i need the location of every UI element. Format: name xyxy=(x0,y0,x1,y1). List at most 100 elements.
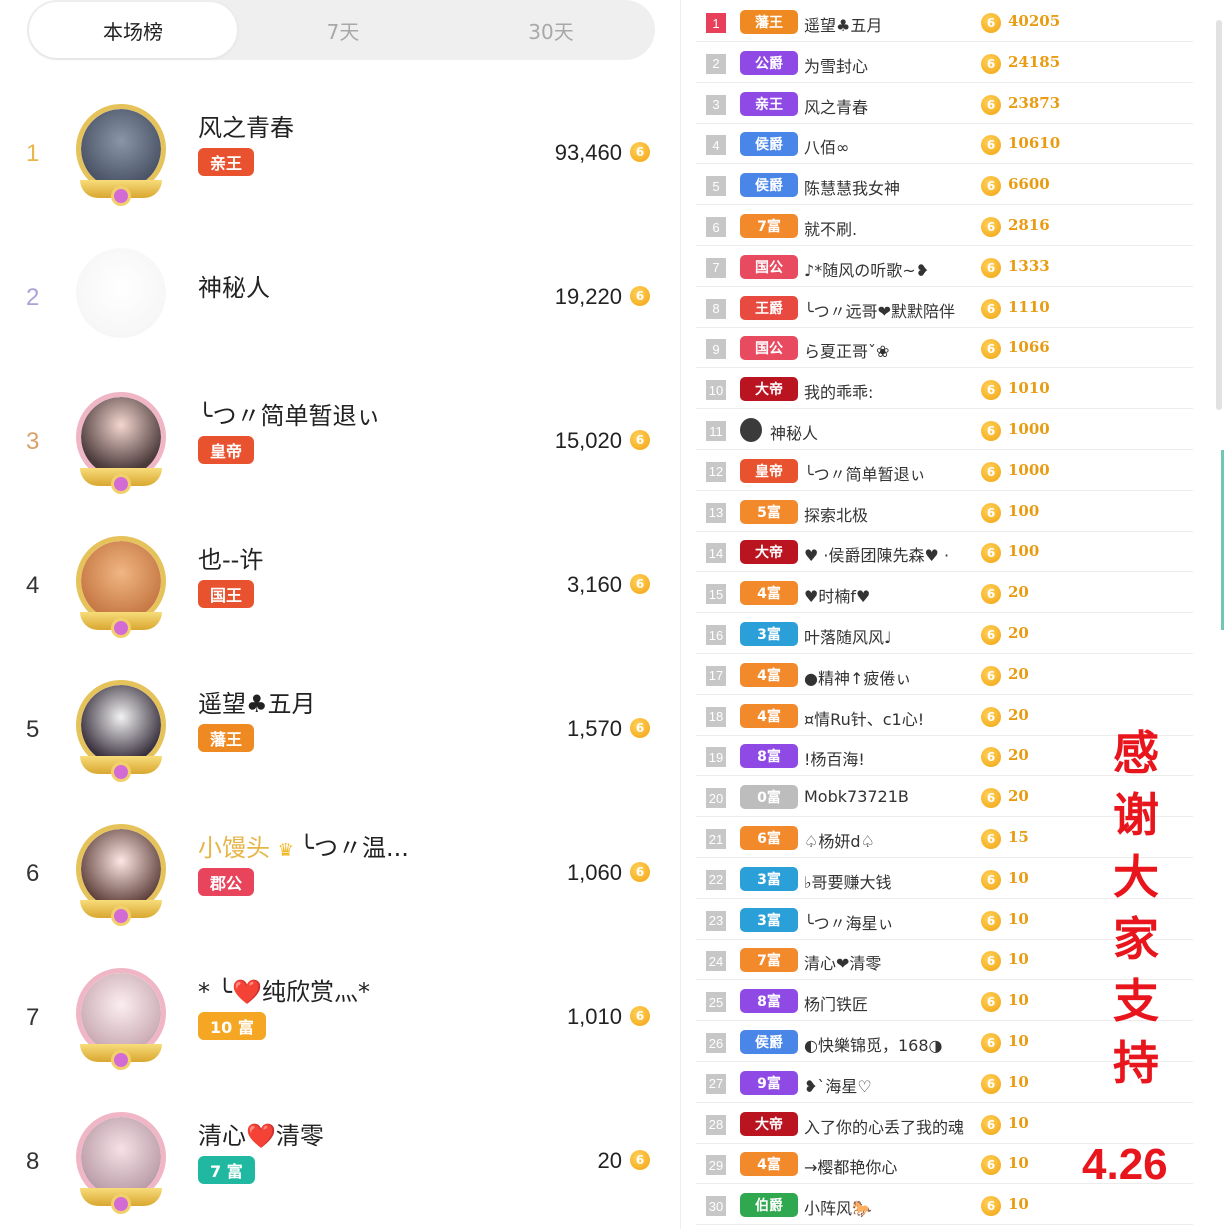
avatar[interactable] xyxy=(74,1106,168,1218)
score-value: 1,060 xyxy=(566,860,622,885)
score-value: 15,020 xyxy=(554,428,622,453)
score-value: 1110 xyxy=(1008,297,1050,316)
leaderboard-row[interactable]: 8 清心❤️清零 7 富 20 6 xyxy=(0,1092,680,1229)
contribution-row[interactable]: 5 侯爵 陈慧慧我女神 6 6600 xyxy=(696,165,1193,206)
leaderboard-row[interactable]: 3 ╰つ〃简单暂退ぃ 皇帝 15,020 6 xyxy=(0,372,680,516)
contribution-row[interactable]: 16 3富 叶落随风风♩ 6 20 xyxy=(696,614,1193,654)
coin-icon: 6 xyxy=(981,706,1001,727)
heart-gem-icon xyxy=(111,906,131,926)
rank-number: 6 xyxy=(706,217,726,237)
level-badge: 0富 xyxy=(740,785,798,810)
level-badge: 伯爵 xyxy=(740,1193,798,1218)
contribution-row[interactable]: 13 5富 探索北极 6 100 xyxy=(696,492,1193,532)
contribution-row[interactable]: 9 国公 ら夏正哥ˇ❀ 6 1066 xyxy=(696,328,1193,369)
score-value: 24185 xyxy=(1008,52,1061,71)
rank-badge: 亲王 xyxy=(198,148,255,176)
user-name: 为雪封心 xyxy=(804,56,869,76)
avatar[interactable] xyxy=(74,530,168,642)
contribution-row[interactable]: 6 7富 就不刷. 6 2816 xyxy=(696,206,1193,246)
user-name: →樱都艳你心 xyxy=(804,1158,898,1178)
tab-30-days[interactable]: 30天 xyxy=(447,0,655,60)
rank-number: 5 xyxy=(706,176,726,197)
contribution-row[interactable]: 7 国公 ♪*随风の听歌~❥ 6 1333 xyxy=(696,247,1193,287)
leaderboard-row[interactable]: 4 也--许 国王 3,160 6 xyxy=(0,516,680,660)
rank-number: 15 xyxy=(706,584,726,605)
live-ranking-panel: 本场榜 7天 30天 1 风之青春 亲王 93,460 6 2 神秘人 19,220 6 3 ╰つ〃… xyxy=(0,0,680,1229)
coin-icon: 6 xyxy=(981,951,1001,972)
score-value: 10 xyxy=(1008,868,1029,887)
contribution-row[interactable]: 11 神秘人 6 1000 xyxy=(696,410,1193,450)
avatar[interactable] xyxy=(74,242,168,354)
contribution-row[interactable]: 2 公爵 为雪封心 6 24185 xyxy=(696,43,1193,83)
rank-number: 7 xyxy=(706,257,726,278)
contribution-row[interactable]: 17 4富 ●精神↑疲倦ぃ 6 20 xyxy=(696,655,1193,695)
avatar-image xyxy=(81,1117,161,1197)
user-name: 八佰∞ xyxy=(804,138,850,158)
level-badge: 侯爵 xyxy=(740,1030,798,1054)
contribution-row[interactable]: 30 伯爵 小阵风🐎 6 10 xyxy=(696,1185,1193,1226)
rank-number: 12 xyxy=(706,461,726,482)
contribution-row[interactable]: 14 大帝 ♥ ·侯爵团陳先森♥ · 6 100 xyxy=(696,532,1193,573)
score-value: 10 xyxy=(1008,1032,1029,1050)
avatar[interactable] xyxy=(74,818,168,930)
coin-icon: 6 xyxy=(981,298,1001,319)
level-badge: 7富 xyxy=(740,948,798,973)
tab-7-days[interactable]: 7天 xyxy=(239,0,447,60)
leaderboard-row[interactable]: 1 风之青春 亲王 93,460 6 xyxy=(0,84,680,228)
rank-number: 13 xyxy=(706,502,726,523)
tab-this-session[interactable]: 本场榜 xyxy=(29,2,237,58)
avatar[interactable] xyxy=(74,98,168,210)
level-badge: 9富 xyxy=(740,1070,798,1095)
user-name: ♥时楠f♥ xyxy=(804,587,871,607)
contribution-row[interactable]: 1 藩王 遥望♣五月 6 40205 xyxy=(696,2,1193,42)
coin-icon: 6 xyxy=(981,665,1001,686)
avatar[interactable] xyxy=(74,386,168,498)
contribution-row[interactable]: 15 4富 ♥时楠f♥ 6 20 xyxy=(696,573,1193,614)
score-value: 10 xyxy=(1008,1195,1029,1214)
avatar[interactable] xyxy=(74,962,168,1074)
user-name: 遥望♣五月 xyxy=(804,16,883,35)
coin-icon: 6 xyxy=(981,94,1001,115)
leaderboard-row[interactable]: 2 神秘人 19,220 6 xyxy=(0,228,680,372)
score-value: 20 xyxy=(1008,664,1029,683)
scrollbar[interactable] xyxy=(1216,20,1222,410)
coin-icon: 6 xyxy=(981,13,1001,33)
user-name: ❥`海星♡ xyxy=(804,1076,872,1096)
leaderboard-row[interactable]: 6 小馒头 ♛ ╰つ〃温... 郡公 1,060 6 xyxy=(0,804,680,948)
contribution-row[interactable]: 4 侯爵 八佰∞ 6 10610 xyxy=(696,124,1193,165)
date-overlay: 4.26 xyxy=(1082,1140,1168,1189)
level-badge: 藩王 xyxy=(740,10,798,34)
level-badge: 侯爵 xyxy=(740,132,798,157)
rank-badge: 7 富 xyxy=(198,1156,255,1184)
thanks-char: 持 xyxy=(1113,1036,1159,1090)
rank-number: 30 xyxy=(706,1196,726,1217)
rank-number: 2 xyxy=(706,53,726,74)
coin-icon: 6 xyxy=(981,747,1001,768)
contribution-row[interactable]: 28 大帝 入了你的心丢了我的魂 6 10 xyxy=(696,1104,1193,1144)
score-value: 10 xyxy=(1008,1154,1029,1173)
user-name: ♤杨妍d♤ xyxy=(804,832,875,851)
leaderboard-row[interactable]: 5 遥望♣五月 藩王 1,570 6 xyxy=(0,660,680,804)
avatar-image xyxy=(76,248,166,338)
leaderboard-screen: { "tabs": ["本场榜", "7天", "30天"], "leaderb… xyxy=(0,0,1224,1229)
level-badge: 亲王 xyxy=(740,91,798,116)
contribution-row[interactable]: 8 王爵 ╰つ〃远哥❤默默陪伴 6 1110 xyxy=(696,288,1193,328)
coin-icon: 6 xyxy=(630,862,650,882)
contribution-row[interactable]: 3 亲王 风之青春 6 23873 xyxy=(696,84,1193,124)
user-name: ♥ ·侯爵团陳先森♥ · xyxy=(804,546,950,566)
coin-icon: 6 xyxy=(981,176,1001,197)
contribution-row[interactable]: 10 大帝 我的乖乖: 6 1010 xyxy=(696,369,1193,410)
level-badge: 皇帝 xyxy=(740,458,798,483)
coin-icon: 6 xyxy=(981,543,1001,564)
heart-gem-icon xyxy=(111,618,131,638)
score-value: 23873 xyxy=(1008,93,1061,112)
level-badge: 大帝 xyxy=(740,1111,798,1136)
coin-icon: 6 xyxy=(630,718,650,738)
avatar[interactable] xyxy=(74,674,168,786)
rank-number: 26 xyxy=(706,1033,726,1053)
coin-icon: 6 xyxy=(981,217,1001,237)
user-name: ╰つ〃简单暂退ぃ xyxy=(804,464,926,484)
contribution-row[interactable]: 12 皇帝 ╰つ〃简单暂退ぃ 6 1000 xyxy=(696,451,1193,491)
leaderboard-row[interactable]: 7 * ╰❤️纯欣赏灬* 10 富 1,010 6 xyxy=(0,948,680,1092)
user-name: 神秘人 xyxy=(198,274,270,302)
